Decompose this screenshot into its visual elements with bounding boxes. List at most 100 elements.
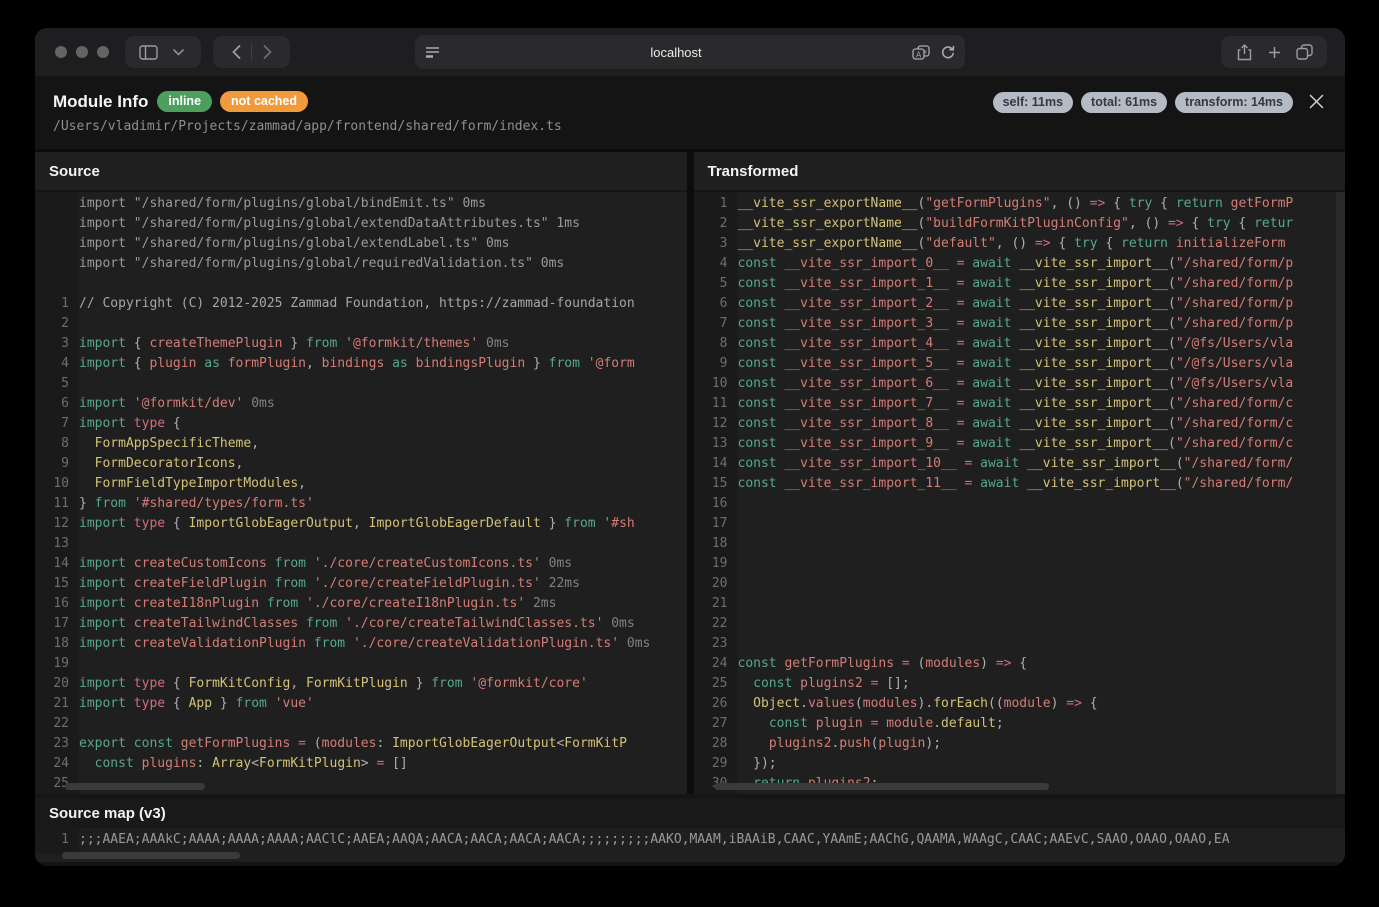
line-number: 27 [694, 714, 738, 734]
source-hscrollbar[interactable] [65, 783, 205, 790]
window-close-button[interactable] [55, 46, 67, 58]
sidebar-toggle-button[interactable] [133, 36, 163, 68]
code-line: 15import createFieldPlugin from './core/… [35, 574, 687, 594]
code-text: const __vite_ssr_import_1__ = await __vi… [738, 274, 1294, 294]
new-tab-button[interactable] [1259, 36, 1289, 68]
line-number: 24 [35, 754, 79, 774]
window-minimize-button[interactable] [76, 46, 88, 58]
code-line: 23 [694, 634, 1346, 654]
code-line: 6const __vite_ssr_import_2__ = await __v… [694, 294, 1346, 314]
code-line: 7const __vite_ssr_import_3__ = await __v… [694, 314, 1346, 334]
code-text: Object.values(modules).forEach((module) … [738, 694, 1098, 714]
forward-button[interactable] [252, 36, 282, 68]
code-line: 6import '@formkit/dev' 0ms [35, 394, 687, 414]
transformed-code[interactable]: 1__vite_ssr_exportName__("getFormPlugins… [694, 192, 1346, 794]
code-text: const getFormPlugins = (modules) => { [738, 654, 1028, 674]
code-text: const __vite_ssr_import_3__ = await __vi… [738, 314, 1294, 334]
code-text: __vite_ssr_exportName__("default", () =>… [738, 234, 1286, 254]
line-number: 6 [35, 394, 79, 414]
code-line: 5 [35, 374, 687, 394]
code-text: __vite_ssr_exportName__("getFormPlugins"… [738, 194, 1294, 214]
code-line: 25 const plugins2 = []; [694, 674, 1346, 694]
code-line: 9const __vite_ssr_import_5__ = await __v… [694, 354, 1346, 374]
code-text: const __vite_ssr_import_5__ = await __vi… [738, 354, 1294, 374]
code-text: import "/shared/form/plugins/global/requ… [79, 254, 564, 274]
line-number: 9 [35, 454, 79, 474]
line-number: 19 [35, 654, 79, 674]
code-line: 7import type { [35, 414, 687, 434]
sidebar-menu-button[interactable] [163, 36, 193, 68]
code-line: import "/shared/form/plugins/global/bind… [35, 194, 687, 214]
code-text: FormFieldTypeImportModules, [79, 474, 306, 494]
line-number: 4 [35, 354, 79, 374]
code-text: plugins2.push(plugin); [738, 734, 942, 754]
translate-icon[interactable]: Ax [912, 45, 930, 60]
code-text: import createFieldPlugin from './core/cr… [79, 574, 580, 594]
line-number: 26 [694, 694, 738, 714]
window-zoom-button[interactable] [97, 46, 109, 58]
code-line: 3__vite_ssr_exportName__("default", () =… [694, 234, 1346, 254]
timing-badge: self: 11ms [993, 92, 1073, 113]
line-number: 16 [694, 494, 738, 514]
line-number [35, 194, 79, 214]
code-line: 21 [694, 594, 1346, 614]
code-line: 22 [35, 714, 687, 734]
sidebar-toggle-group [125, 36, 201, 68]
address-bar[interactable]: localhost Ax [415, 35, 965, 69]
reader-icon[interactable] [425, 46, 440, 59]
page-title: Module Info [53, 92, 148, 112]
sourcemap-panel: Source map (v3) 1;;;AAEA;AAAkC;AAAA;AAAA… [35, 798, 1345, 862]
close-button[interactable] [1303, 88, 1329, 114]
code-line: 17import createTailwindClasses from './c… [35, 614, 687, 634]
code-text: import "/shared/form/plugins/global/exte… [79, 234, 509, 254]
sourcemap-code[interactable]: 1;;;AAEA;AAAkC;AAAA;AAAA;AAAA;AAClC;AAEA… [35, 828, 1345, 854]
module-info-header: Module Info inlinenot cached /Users/vlad… [35, 76, 1345, 152]
line-number: 21 [35, 694, 79, 714]
window-actions-group [1221, 36, 1327, 68]
line-number: 16 [35, 594, 79, 614]
code-text: import "/shared/form/plugins/global/exte… [79, 214, 580, 234]
back-icon [232, 45, 241, 59]
code-text: FormDecoratorIcons, [79, 454, 243, 474]
code-line: 1// Copyright (C) 2012-2025 Zammad Found… [35, 294, 687, 314]
transformed-hscrollbar[interactable] [714, 783, 1049, 790]
code-line: 20import type { FormKitConfig, FormKitPl… [35, 674, 687, 694]
line-number: 7 [694, 314, 738, 334]
line-number: 8 [694, 334, 738, 354]
code-line: 19 [694, 554, 1346, 574]
code-text: const __vite_ssr_import_2__ = await __vi… [738, 294, 1294, 314]
code-line: import "/shared/form/plugins/global/requ… [35, 254, 687, 274]
code-text: import type { App } from 'vue' [79, 694, 314, 714]
code-line: 16 [694, 494, 1346, 514]
reload-icon[interactable] [940, 45, 955, 60]
code-panels: Source import "/shared/form/plugins/glob… [35, 152, 1345, 794]
sourcemap-hscrollbar[interactable] [62, 852, 240, 859]
code-line: 11const __vite_ssr_import_7__ = await __… [694, 394, 1346, 414]
code-line: 4import { plugin as formPlugin, bindings… [35, 354, 687, 374]
back-button[interactable] [221, 36, 251, 68]
code-line: 3import { createThemePlugin } from '@for… [35, 334, 687, 354]
code-line: 19 [35, 654, 687, 674]
line-number: 23 [35, 734, 79, 754]
source-panel-title: Source [35, 152, 687, 192]
line-number: 29 [694, 754, 738, 774]
share-button[interactable] [1229, 36, 1259, 68]
code-text: import type { [79, 414, 181, 434]
source-code[interactable]: import "/shared/form/plugins/global/bind… [35, 192, 687, 794]
code-text: const __vite_ssr_import_0__ = await __vi… [738, 254, 1294, 274]
code-text: import '@formkit/dev' 0ms [79, 394, 275, 414]
transformed-vscrollbar[interactable] [1336, 192, 1345, 794]
line-number: 18 [35, 634, 79, 654]
code-line: 1;;;AAEA;AAAkC;AAAA;AAAA;AAAA;AAClC;AAEA… [35, 830, 1345, 850]
timing-badge: transform: 14ms [1175, 92, 1293, 113]
line-number: 6 [694, 294, 738, 314]
tab-overview-button[interactable] [1289, 36, 1319, 68]
code-line: 14const __vite_ssr_import_10__ = await _… [694, 454, 1346, 474]
line-number: 10 [694, 374, 738, 394]
code-line: 13 [35, 534, 687, 554]
code-line: 14import createCustomIcons from './core/… [35, 554, 687, 574]
code-text: } from '#shared/types/form.ts' [79, 494, 314, 514]
nav-buttons-group [213, 36, 290, 68]
line-number: 17 [35, 614, 79, 634]
code-line: 18 [694, 534, 1346, 554]
